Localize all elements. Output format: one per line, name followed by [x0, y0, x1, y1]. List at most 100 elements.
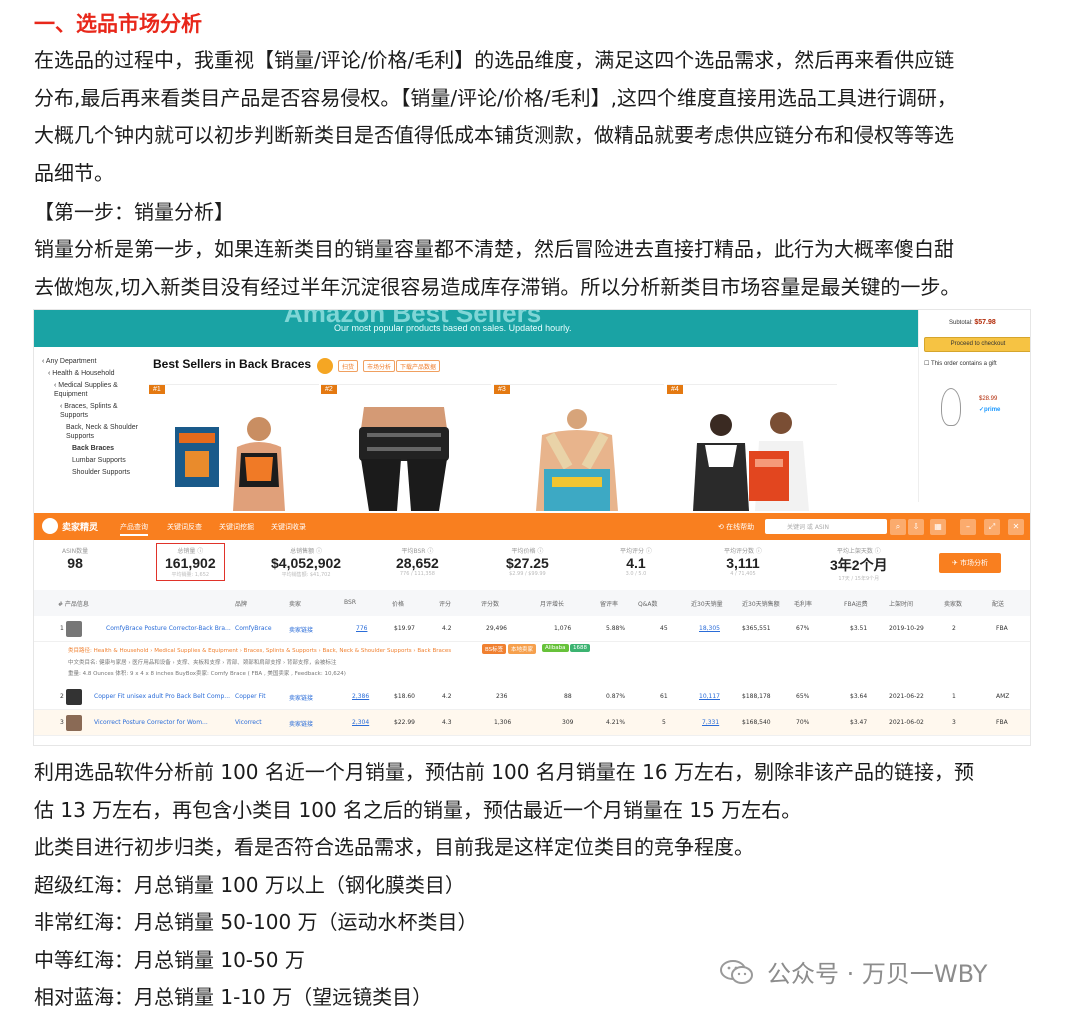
watermark: 公众号 · 万贝一WBY	[767, 960, 988, 988]
close-icon[interactable]: ✕	[1008, 519, 1024, 535]
row-brand[interactable]: ComfyBrace	[235, 625, 272, 632]
row-margin: 70%	[796, 719, 810, 726]
row-sellers: 3	[952, 719, 956, 726]
prime-badge: ✓prime	[979, 407, 1001, 413]
stat-label: 总销售额 ⓘ	[290, 548, 322, 555]
column-header[interactable]: 近30天销售额	[742, 599, 780, 608]
column-header[interactable]: 上架时间	[889, 599, 913, 608]
tab-keyword-mining[interactable]: 关键词挖掘	[219, 522, 254, 532]
product-card[interactable]: #4	[667, 384, 837, 512]
column-header[interactable]: 近30天销量	[691, 599, 723, 608]
row-sales[interactable]: 18,305	[699, 625, 720, 632]
help-link[interactable]: ⟲ 在线帮助	[718, 522, 754, 532]
row-review-rate: 0.87%	[606, 693, 626, 700]
sidebar-link[interactable]: Back, Neck & Shoulder Supports	[66, 423, 146, 441]
column-header[interactable]: Q&A数	[638, 599, 658, 608]
table-header: # 产品信息 品牌 卖家 BSR 价格 评分 评分数 月评增长 留评率 Q&A数…	[34, 590, 1030, 616]
column-header[interactable]: 评分数	[481, 599, 499, 608]
tool-brand: 卖家精灵	[62, 523, 99, 533]
row-bsr[interactable]: 776	[356, 625, 367, 632]
column-header[interactable]: 品牌	[235, 599, 247, 608]
column-header[interactable]: 毛利率	[794, 599, 812, 608]
stat-total-sales: 总销量 ⓘ 161,902 平均销量: 1,652	[156, 543, 225, 581]
row-brand[interactable]: Vicorrect	[235, 719, 262, 726]
sidebar-link[interactable]: Shoulder Supports	[72, 468, 146, 477]
sidebar-link[interactable]: ‹ Medical Supplies & Equipment	[54, 381, 146, 399]
table-row[interactable]: 3 Vicorrect Posture Corrector for Wom...…	[34, 710, 1030, 736]
minimize-icon[interactable]: –	[960, 519, 976, 535]
column-header[interactable]: 价格	[392, 599, 404, 608]
row-rating: 4.3	[442, 719, 452, 726]
row-sales[interactable]: 10,117	[699, 693, 720, 700]
row-rating: 4.2	[442, 693, 452, 700]
table-row[interactable]: 1 ComfyBrace Posture Corrector-Back Bra.…	[34, 616, 1030, 642]
column-header[interactable]: 评分	[439, 599, 451, 608]
row-bsr[interactable]: 2,386	[352, 693, 369, 700]
tab-keyword-index[interactable]: 关键词收录	[271, 522, 306, 532]
stat-value: 4.1	[626, 555, 646, 571]
chip-button[interactable]: 下载产品数据	[396, 360, 441, 372]
necklace-image	[941, 388, 961, 426]
category-path[interactable]: 类目路径: Health & Household › Medical Suppl…	[68, 646, 451, 654]
tool-logo-icon	[42, 518, 58, 534]
row-margin: 67%	[796, 625, 810, 632]
row-sales[interactable]: 7,331	[702, 719, 719, 726]
tab-keyword-reverse[interactable]: 关键词反查	[167, 522, 202, 532]
row-growth: 309	[562, 719, 574, 726]
stat-sub: 平均销售额: $41,702	[281, 572, 331, 578]
row-product-name[interactable]: ComfyBrace Posture Corrector-Back Bra...	[106, 625, 231, 632]
row-date: 2019-10-29	[889, 625, 924, 632]
intro-line: 分布,最后再来看类目产品是否容易侵权。【销量/评论/价格/毛利】,这四个维度直接…	[34, 85, 957, 110]
sidebar-link[interactable]: Lumbar Supports	[72, 456, 146, 465]
column-header[interactable]: 配送	[992, 599, 1004, 608]
plugin-icon[interactable]	[317, 358, 333, 374]
sidebar-link[interactable]: ‹ Health & Household	[48, 369, 146, 378]
product-image	[693, 412, 809, 511]
row-product-name[interactable]: Copper Fit unisex adult Pro Back Belt Co…	[94, 693, 230, 700]
table-row[interactable]: 2 Copper Fit unisex adult Pro Back Belt …	[34, 684, 1030, 710]
row-product-name[interactable]: Vicorrect Posture Corrector for Wom...	[94, 719, 208, 726]
intro-line: 品细节。	[34, 160, 114, 185]
product-card[interactable]: #1	[149, 384, 319, 512]
row-date: 2021-06-22	[889, 693, 924, 700]
sidebar-link[interactable]: ‹ Any Department	[42, 357, 146, 366]
row-revenue: $188,178	[742, 693, 771, 700]
column-header[interactable]: 卖家数	[944, 599, 962, 608]
stat-avg-price: 平均价格 ⓘ $27.25 $2.99 / $99.99	[506, 546, 549, 577]
grid-icon[interactable]: ▦	[930, 519, 946, 535]
row-seller[interactable]: 卖家链接	[289, 625, 313, 634]
bestseller-title: Best Sellers in Back Braces	[153, 357, 312, 371]
column-header[interactable]: 卖家	[289, 599, 301, 608]
row-shipping: FBA	[996, 625, 1008, 632]
subtotal-value: $57.98	[974, 319, 996, 326]
row-price: $18.60	[394, 693, 415, 700]
level-item: 超级红海：月总销量 100 万以上（钢化膜类目）	[34, 872, 465, 897]
gift-checkbox[interactable]: ☐ This order contains a gift	[924, 360, 997, 367]
row-seller[interactable]: 卖家链接	[289, 719, 313, 728]
expand-icon[interactable]: ⤢	[984, 519, 1000, 535]
column-header[interactable]: FBA运费	[844, 599, 868, 608]
column-header[interactable]: 月评增长	[540, 599, 564, 608]
search-icon[interactable]: ⌕	[890, 519, 906, 535]
row-seller[interactable]: 卖家链接	[289, 693, 313, 702]
column-header[interactable]: # 产品信息	[58, 599, 89, 608]
row-thumbnail	[66, 689, 82, 705]
product-card[interactable]: #3	[494, 384, 664, 512]
row-bsr[interactable]: 2,304	[352, 719, 369, 726]
stat-sub: 3.0 / 5.0	[625, 571, 647, 577]
product-image	[359, 407, 449, 511]
sidebar-link-active[interactable]: Back Braces	[72, 444, 146, 453]
column-header[interactable]: BSR	[344, 599, 356, 606]
tab-product-query[interactable]: 产品查询	[120, 522, 148, 536]
sidebar-link[interactable]: ‹ Braces, Splints & Supports	[60, 402, 146, 420]
market-analysis-button[interactable]: ✈ 市场分析	[939, 553, 1001, 573]
product-card[interactable]: #2	[321, 384, 491, 512]
row-brand[interactable]: Copper Fit	[235, 693, 266, 700]
chip-button[interactable]: 市场分析	[363, 360, 396, 372]
chip-button[interactable]: 扫货	[338, 360, 359, 372]
search-input[interactable]: 关键词 或 ASIN	[765, 519, 887, 534]
column-header[interactable]: 留评率	[600, 599, 618, 608]
wechat-icon	[720, 960, 753, 984]
checkout-button[interactable]: Proceed to checkout	[924, 337, 1030, 352]
export-icon[interactable]: ⇩	[908, 519, 924, 535]
